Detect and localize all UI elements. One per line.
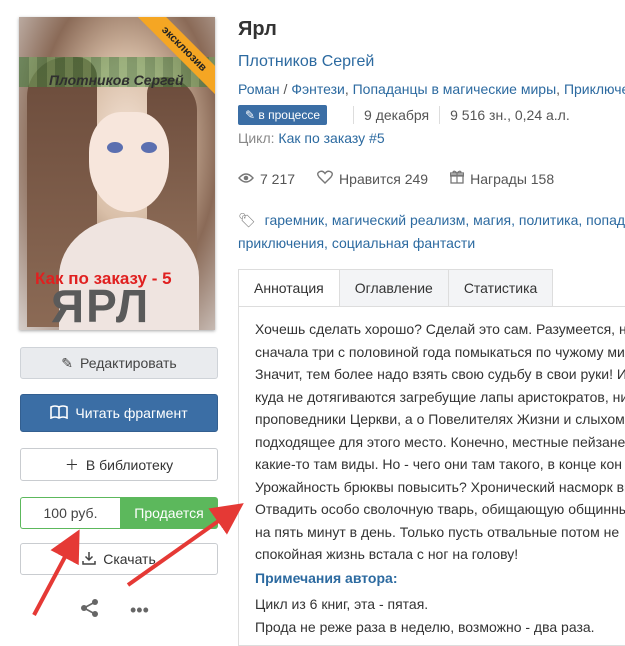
views-count: 7 217 xyxy=(260,170,296,187)
genre-list: Роман / Фэнтези, Попаданцы в магические … xyxy=(238,81,625,97)
author-notes-line: Цикл из 6 книг, эта - пятая. xyxy=(255,596,429,612)
publish-date: 9 декабря xyxy=(364,107,430,123)
tag-link[interactable]: магический реализм xyxy=(332,212,465,228)
download-label: Скачать xyxy=(103,551,156,567)
cover-author-text: Плотников Сергей xyxy=(49,72,184,88)
likes-stat[interactable]: Нравится 249 xyxy=(317,170,428,187)
tag-icon: 🏷 xyxy=(238,212,256,228)
divider xyxy=(439,106,441,124)
annotation-line: на пять минут в день. Только пусть отвал… xyxy=(255,523,620,540)
annotation-text: Хочешь сделать хорошо? Сделай это сам. Р… xyxy=(255,318,625,566)
cover-art xyxy=(89,112,169,212)
cycle-info: Цикл: Как по заказу #5 xyxy=(238,130,385,146)
annotation-line: Значит, тем более надо взять свою судьбу… xyxy=(255,366,625,382)
tag-list: 🏷 гаремник, магический реализм, магия, п… xyxy=(238,212,625,251)
tab-statistics[interactable]: Статистика xyxy=(447,269,554,307)
price-label: 100 руб. xyxy=(20,497,120,529)
genre-link[interactable]: Роман xyxy=(238,81,280,97)
read-fragment-label: Читать фрагмент xyxy=(75,405,188,421)
download-button[interactable]: Скачать xyxy=(20,543,218,575)
status-badge-text: в процессе xyxy=(258,108,321,122)
book-cover[interactable]: Плотников Сергей Как по заказу - 5 ЯРЛ э… xyxy=(19,17,215,330)
status-badge: ✎ в процессе xyxy=(238,105,328,125)
annotation-line: сначала три с половиной года помыкаться … xyxy=(255,343,625,360)
share-row: ••• xyxy=(80,598,160,622)
genre-link[interactable]: Фэнтези xyxy=(291,81,345,97)
divider xyxy=(353,106,355,124)
annotation-line: какие-то там виды. Но - чего они там так… xyxy=(255,456,622,472)
book-size: 9 516 зн., 0,24 а.л. xyxy=(450,107,570,123)
cycle-label: Цикл: xyxy=(238,130,275,146)
gift-icon xyxy=(449,170,465,187)
read-fragment-button[interactable]: Читать фрагмент xyxy=(20,394,218,432)
annotation-line: Отвадить особо сволочную тварь, обищающу… xyxy=(255,501,625,517)
annotation-line: куда не дотягиваются загребущие лапы ари… xyxy=(255,388,625,405)
awards-count: Награды 158 xyxy=(470,170,555,187)
likes-count: Нравится 249 xyxy=(339,170,429,187)
annotation-line: спокойная жизнь встала с ног на голову! xyxy=(255,546,519,562)
tag-link[interactable]: магия xyxy=(473,212,511,228)
genre-link[interactable]: Попаданцы в магические миры xyxy=(353,81,557,97)
add-to-library-label: В библиотеку xyxy=(85,456,174,473)
author-notes: Цикл из 6 книг, эта - пятая. Прода не ре… xyxy=(255,593,595,638)
tag-link[interactable]: попад xyxy=(586,212,625,228)
cover-art xyxy=(107,142,123,153)
pencil-icon: ✎ xyxy=(61,354,73,371)
annotation-line: Хочешь сделать хорошо? Сделай это сам. Р… xyxy=(255,321,625,337)
edit-button-label: Редактировать xyxy=(80,355,177,371)
cover-title-text: ЯРЛ xyxy=(51,280,151,330)
buy-button[interactable]: Продается xyxy=(120,497,218,529)
tag-link[interactable]: гаремник xyxy=(265,212,324,228)
annotation-line: подходящее для этого место. Конечно, мес… xyxy=(255,433,625,450)
tag-link[interactable]: приключения xyxy=(238,235,324,251)
book-meta-row: ✎ в процессе 9 декабря 9 516 зн., 0,24 а… xyxy=(238,104,570,126)
genre-link[interactable]: Приключе xyxy=(564,81,625,97)
tag-link[interactable]: социальная фантасти xyxy=(332,235,475,251)
views-stat: 7 217 xyxy=(238,171,295,187)
tag-link[interactable]: политика xyxy=(519,212,579,228)
book-icon xyxy=(50,404,69,422)
tab-bar: Аннотация Оглавление Статистика xyxy=(238,269,554,307)
purchase-group: 100 руб. Продается xyxy=(20,497,218,529)
more-options-icon[interactable]: ••• xyxy=(130,600,149,621)
tab-contents[interactable]: Оглавление xyxy=(338,269,449,307)
share-icon[interactable] xyxy=(80,598,100,623)
author-notes-title: Примечания автора: xyxy=(255,570,398,586)
edit-button[interactable]: ✎ Редактировать xyxy=(20,347,218,379)
stats-row: 7 217 Нравится 249 Награды 158 xyxy=(238,170,576,187)
cycle-link[interactable]: Как по заказу #5 xyxy=(278,130,384,146)
book-title: Ярл xyxy=(238,18,277,40)
eye-icon xyxy=(238,171,254,187)
download-icon xyxy=(82,551,96,568)
tab-annotation[interactable]: Аннотация xyxy=(238,269,340,307)
annotation-line: проповедники Церкви, а о Повелителях Жиз… xyxy=(255,411,625,427)
author-notes-line: Прода не реже раза в неделю, возможно - … xyxy=(255,618,595,635)
add-to-library-button[interactable]: ＋ В библиотеку xyxy=(20,448,218,481)
author-link[interactable]: Плотников Сергей xyxy=(238,53,374,71)
plus-icon: ＋ xyxy=(64,456,79,473)
heart-icon xyxy=(317,170,334,187)
awards-stat[interactable]: Награды 158 xyxy=(449,170,555,187)
cover-art xyxy=(141,142,157,153)
annotation-line: Урожайность брюквы повысить? Хронический… xyxy=(255,478,625,495)
